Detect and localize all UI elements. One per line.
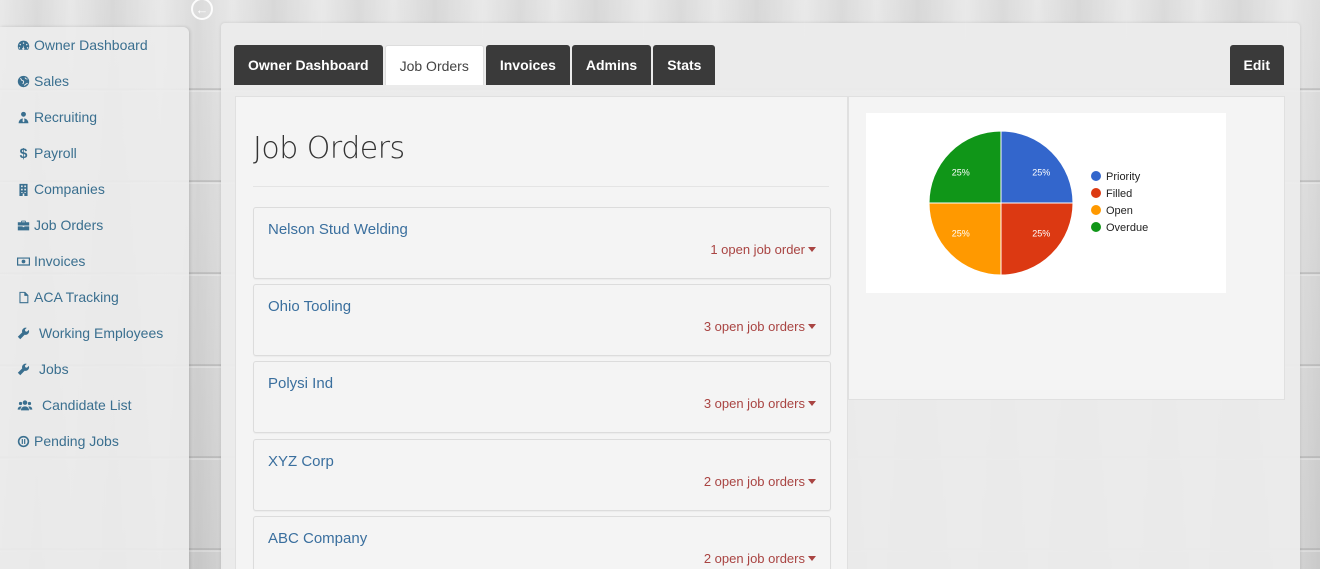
users-icon	[17, 399, 33, 412]
stats-panel: 25% 25% 25% 25% Priority Filled Open Overdue	[848, 96, 1285, 400]
pie-slice-label: 25%	[1032, 167, 1050, 177]
legend-label[interactable]: Overdue	[1106, 222, 1148, 234]
pie-slice-filled[interactable]	[1000, 202, 1074, 276]
sidebar-item-label: Invoices	[34, 253, 86, 269]
legend-label[interactable]: Filled	[1106, 188, 1132, 200]
sidebar-item-jobs[interactable]: Jobs	[0, 351, 189, 387]
legend-swatch	[1091, 171, 1101, 181]
sidebar-item-recruiting[interactable]: Recruiting	[0, 99, 189, 135]
sidebar-item-label: Job Orders	[34, 217, 104, 233]
open-orders-count: 2 open job orders	[703, 474, 805, 489]
building-icon	[17, 183, 30, 196]
sidebar-item-payroll[interactable]: $ Payroll	[0, 135, 189, 171]
wrench-icon	[17, 327, 30, 340]
company-link[interactable]: Ohio Tooling	[268, 298, 351, 315]
legend-swatch	[1091, 205, 1101, 215]
pause-circle-icon	[17, 435, 30, 448]
sidebar-item-job-orders[interactable]: Job Orders	[0, 207, 189, 243]
pie-chart-svg: 25% 25% 25% 25% Priority Filled Open Overdue	[928, 130, 1148, 276]
open-orders-toggle[interactable]: 1 open job order	[710, 242, 816, 257]
tab-job-orders[interactable]: Job Orders	[384, 45, 484, 85]
caret-down-icon	[808, 247, 816, 252]
divider	[253, 186, 829, 187]
sidebar-item-aca-tracking[interactable]: ACA Tracking	[0, 279, 189, 315]
sidebar-item-invoices[interactable]: Invoices	[0, 243, 189, 279]
sidebar-item-owner-dashboard[interactable]: Owner Dashboard	[0, 27, 189, 63]
money-icon	[17, 255, 30, 268]
sidebar-item-label: Candidate List	[42, 397, 132, 413]
tab-admins[interactable]: Admins	[571, 45, 652, 85]
sidebar-item-label: Sales	[34, 73, 70, 89]
list-item: Ohio Tooling 3 open job orders	[253, 284, 831, 356]
open-orders-toggle[interactable]: 2 open job orders	[704, 551, 816, 566]
open-orders-toggle[interactable]: 3 open job orders	[704, 319, 816, 334]
sidebar-collapse-button[interactable]: ←	[189, 0, 215, 24]
pie-slice-label: 25%	[1032, 229, 1050, 239]
sidebar-item-label: Pending Jobs	[34, 433, 119, 449]
pie-slice-label: 25%	[952, 229, 970, 239]
company-link[interactable]: ABC Company	[268, 530, 367, 547]
open-orders-count: 2 open job orders	[703, 551, 805, 566]
tab-owner-dashboard[interactable]: Owner Dashboard	[234, 45, 383, 85]
caret-down-icon	[808, 479, 816, 484]
legend-label[interactable]: Open	[1106, 205, 1133, 217]
open-orders-toggle[interactable]: 2 open job orders	[704, 474, 816, 489]
pie-slice-open[interactable]	[928, 202, 1002, 276]
sidebar-item-companies[interactable]: Companies	[0, 171, 189, 207]
pie-chart: 25% 25% 25% 25% Priority Filled Open Overdue	[866, 113, 1226, 293]
company-link[interactable]: Polysi Ind	[268, 375, 333, 392]
wrench-icon	[17, 363, 30, 376]
legend-label[interactable]: Priority	[1106, 171, 1141, 183]
list-item: XYZ Corp 2 open job orders	[253, 439, 831, 511]
dollar-icon: $	[19, 145, 28, 161]
sidebar-item-label: Owner Dashboard	[34, 37, 148, 53]
legend-swatch	[1091, 188, 1101, 198]
tab-invoices[interactable]: Invoices	[485, 45, 570, 85]
sidebar-item-label: Recruiting	[34, 109, 98, 125]
list-item: Nelson Stud Welding 1 open job order	[253, 207, 831, 279]
caret-down-icon	[808, 324, 816, 329]
edit-button[interactable]: Edit	[1229, 45, 1284, 85]
sidebar-item-pending-jobs[interactable]: Pending Jobs	[0, 423, 189, 459]
list-item: ABC Company 2 open job orders	[253, 516, 831, 569]
main-panel: Owner Dashboard Job Orders Invoices Admi…	[221, 23, 1300, 569]
legend-swatch	[1091, 222, 1101, 232]
open-orders-toggle[interactable]: 3 open job orders	[704, 396, 816, 411]
sidebar-item-working-employees[interactable]: Working Employees	[0, 315, 189, 351]
arrow-left-circle-icon: ←	[191, 0, 213, 20]
sidebar-item-label: Working Employees	[39, 325, 164, 341]
dashboard-icon	[17, 39, 30, 52]
caret-down-icon	[808, 401, 816, 406]
briefcase-icon	[17, 219, 30, 232]
tab-stats[interactable]: Stats	[653, 45, 716, 85]
globe-icon	[17, 75, 30, 88]
sidebar: Owner Dashboard Sales Recruiting $ Payro…	[0, 27, 189, 569]
page-title: Job Orders	[253, 131, 405, 166]
list-item: Polysi Ind 3 open job orders	[253, 361, 831, 433]
pie-slice-label: 25%	[952, 167, 970, 177]
user-tie-icon	[17, 111, 30, 124]
open-orders-count: 3 open job orders	[703, 396, 805, 411]
sidebar-item-label: Companies	[34, 181, 105, 197]
job-orders-panel: Job Orders Nelson Stud Welding 1 open jo…	[235, 96, 848, 569]
company-link[interactable]: Nelson Stud Welding	[268, 221, 408, 238]
file-icon	[17, 291, 30, 304]
sidebar-item-candidate-list[interactable]: Candidate List	[0, 387, 189, 423]
open-orders-count: 1 open job order	[710, 242, 805, 257]
tab-bar: Owner Dashboard Job Orders Invoices Admi…	[234, 45, 717, 85]
sidebar-item-sales[interactable]: Sales	[0, 63, 189, 99]
sidebar-item-label: Payroll	[34, 145, 77, 161]
company-link[interactable]: XYZ Corp	[268, 453, 334, 470]
caret-down-icon	[808, 556, 816, 561]
sidebar-item-label: Jobs	[39, 361, 69, 377]
open-orders-count: 3 open job orders	[703, 319, 805, 334]
sidebar-item-label: ACA Tracking	[34, 289, 119, 305]
